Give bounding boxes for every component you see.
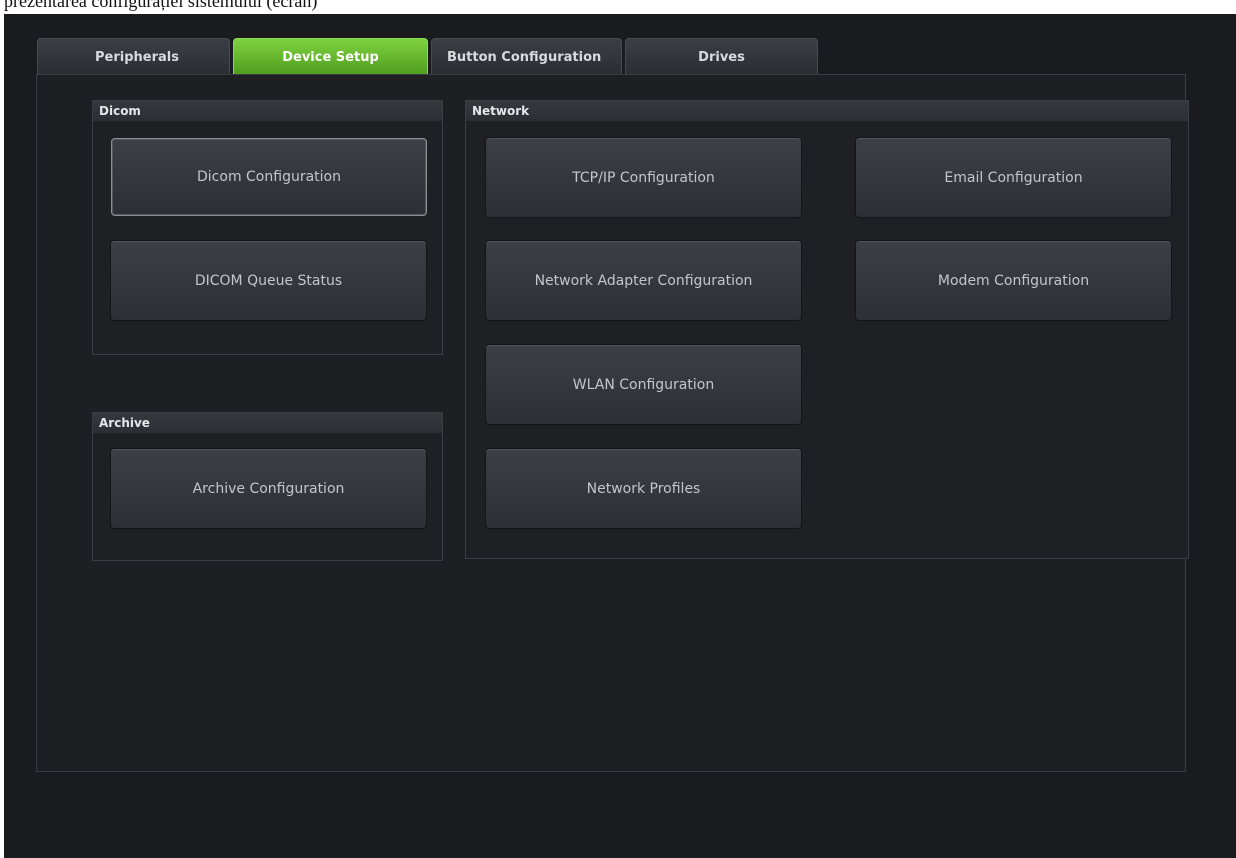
archive-configuration-button[interactable]: Archive Configuration bbox=[110, 448, 427, 529]
network-adapter-configuration-button[interactable]: Network Adapter Configuration bbox=[485, 240, 802, 321]
dicom-group-title: Dicom bbox=[93, 101, 442, 121]
dicom-configuration-button[interactable]: Dicom Configuration bbox=[111, 138, 427, 216]
wlan-configuration-button[interactable]: WLAN Configuration bbox=[485, 344, 802, 425]
archive-group-title: Archive bbox=[93, 413, 442, 433]
dicom-queue-status-button[interactable]: DICOM Queue Status bbox=[110, 240, 427, 321]
device-setup-screen: Peripherals Device Setup Button Configur… bbox=[4, 14, 1236, 858]
modem-configuration-button[interactable]: Modem Configuration bbox=[855, 240, 1172, 321]
email-configuration-button[interactable]: Email Configuration bbox=[855, 137, 1172, 218]
caption-text: prezentarea configurației sistemului (ec… bbox=[4, 0, 318, 11]
network-group-title: Network bbox=[466, 101, 1188, 121]
network-profiles-button[interactable]: Network Profiles bbox=[485, 448, 802, 529]
tab-button-configuration[interactable]: Button Configuration bbox=[431, 38, 622, 75]
document-caption: prezentarea configurației sistemului (ec… bbox=[4, 0, 1236, 14]
tab-device-setup[interactable]: Device Setup bbox=[233, 38, 428, 75]
tab-drives[interactable]: Drives bbox=[625, 38, 818, 75]
tcpip-configuration-button[interactable]: TCP/IP Configuration bbox=[485, 137, 802, 218]
tab-peripherals[interactable]: Peripherals bbox=[37, 38, 230, 75]
